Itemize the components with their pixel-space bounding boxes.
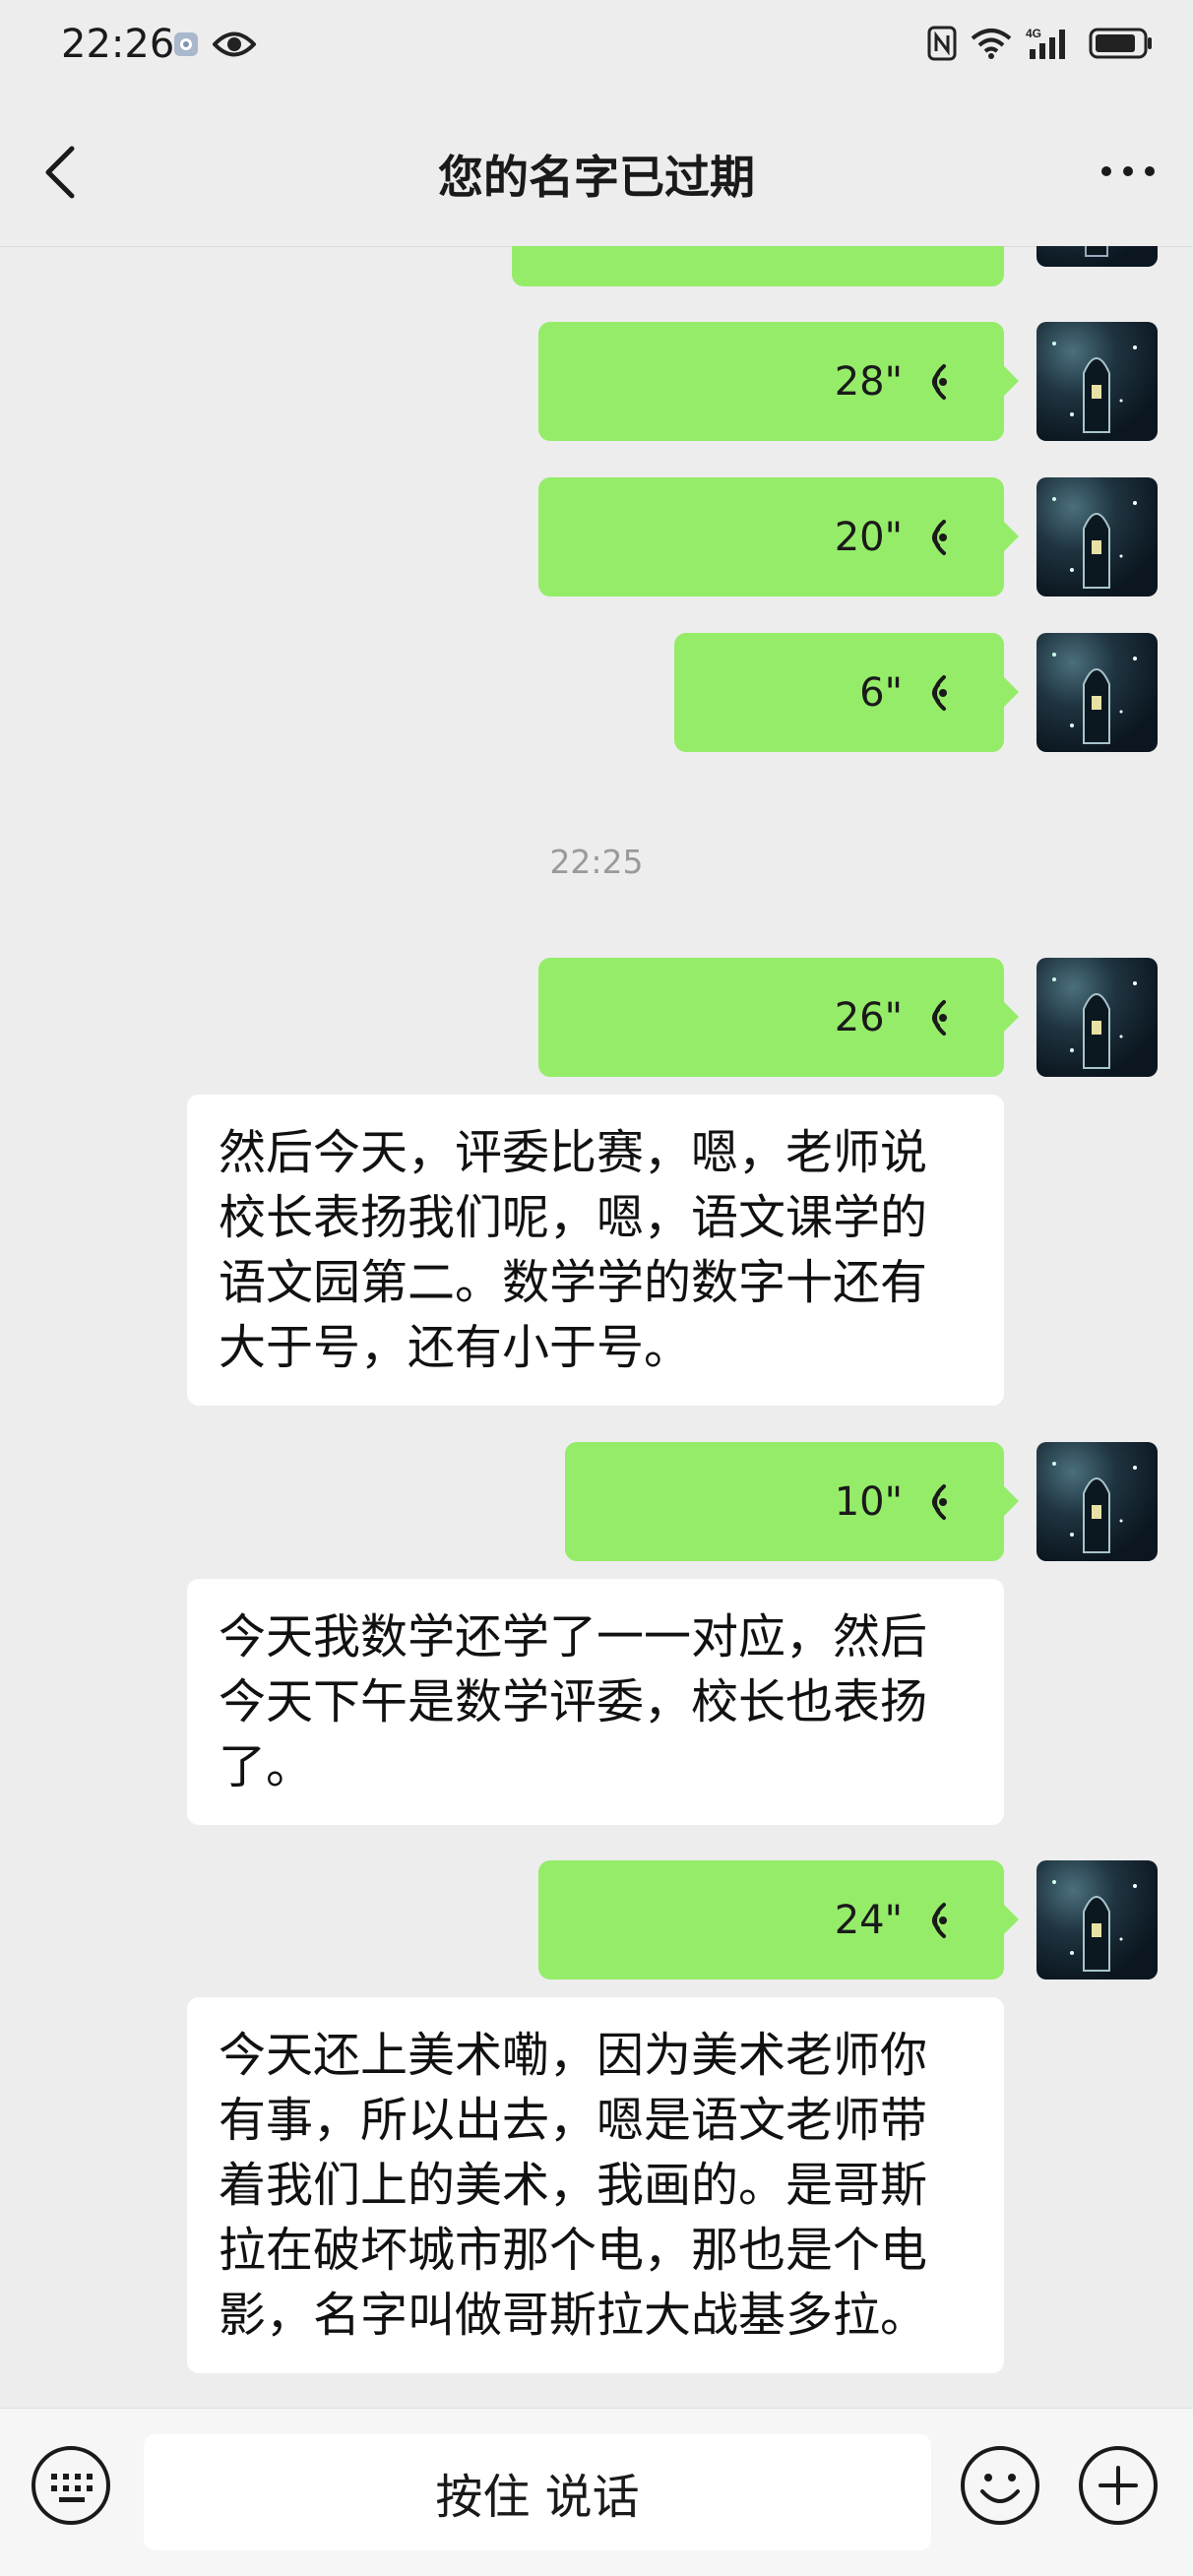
avatar[interactable]	[1036, 958, 1158, 1077]
voice-duration: 20"	[834, 514, 903, 560]
transcription-bubble[interactable]: 今天还上美术嘞，因为美术老师你有事，所以出去，嗯是语文老师带着我们上的美术，我画…	[187, 1997, 1004, 2373]
voice-wave-icon	[932, 1483, 947, 1520]
transcription-bubble[interactable]: 今天我数学还学了一一对应，然后今天下午是数学评委，校长也表扬了。	[187, 1579, 1004, 1825]
avatar[interactable]	[1036, 633, 1158, 752]
avatar[interactable]	[1036, 1442, 1158, 1561]
more-button[interactable]	[1089, 142, 1167, 201]
chevron-left-icon	[45, 146, 75, 199]
plus-icon	[1079, 2446, 1158, 2525]
voice-wave-icon	[932, 999, 947, 1036]
battery-icon	[1089, 27, 1154, 64]
message-timestamp: 22:25	[549, 843, 644, 881]
app-notification-icon	[173, 31, 199, 61]
avatar[interactable]	[1036, 322, 1158, 441]
hold-to-talk-button[interactable]: 按住 说话	[144, 2434, 931, 2550]
voice-duration: 28"	[834, 358, 903, 405]
keyboard-icon	[31, 2446, 110, 2525]
status-bar: 22:26 4G	[0, 0, 1193, 98]
voice-message-bubble[interactable]: 28"	[538, 322, 1019, 441]
nav-bar: 您的名字已过期	[0, 98, 1193, 247]
status-time: 22:26	[61, 22, 175, 67]
emoji-button[interactable]	[959, 2444, 1041, 2527]
keyboard-toggle-button[interactable]	[30, 2444, 112, 2527]
svg-text:4G: 4G	[1026, 27, 1041, 40]
chat-title: 您的名字已过期	[438, 151, 755, 204]
voice-wave-icon	[932, 674, 947, 711]
transcription-bubble[interactable]: 然后今天，评委比赛，嗯，老师说校长表扬我们呢，嗯，语文课学的语文园第二。数学学的…	[187, 1095, 1004, 1406]
more-functions-button[interactable]	[1077, 2444, 1160, 2527]
voice-wave-icon	[932, 363, 947, 400]
input-bar: 按住 说话	[0, 2408, 1193, 2576]
voice-duration: 10"	[834, 1478, 903, 1525]
voice-message-bubble[interactable]: 10"	[565, 1442, 1019, 1561]
signal-4g-icon: 4G	[1026, 26, 1075, 65]
wifi-icon	[971, 27, 1012, 64]
voice-message-bubble[interactable]	[512, 246, 1004, 286]
chat-area[interactable]: 28" 20" 6" 22:25 26" 然后今天，评委比赛，嗯，老师说校长表扬…	[0, 246, 1193, 2408]
voice-duration: 6"	[859, 669, 903, 716]
avatar[interactable]	[1036, 477, 1158, 597]
more-dots-icon	[1101, 166, 1155, 176]
emoji-icon	[961, 2446, 1039, 2525]
voice-message-bubble[interactable]: 26"	[538, 958, 1019, 1077]
back-button[interactable]	[30, 138, 89, 207]
voice-message-bubble[interactable]: 6"	[674, 633, 1019, 752]
voice-wave-icon	[932, 519, 947, 555]
voice-message-bubble[interactable]: 24"	[538, 1860, 1019, 1979]
voice-duration: 26"	[834, 994, 903, 1040]
voice-duration: 24"	[834, 1897, 903, 1943]
avatar[interactable]	[1036, 1860, 1158, 1979]
eye-icon	[212, 30, 257, 63]
avatar[interactable]	[1036, 246, 1158, 267]
voice-wave-icon	[932, 1902, 947, 1938]
voice-message-bubble[interactable]: 20"	[538, 477, 1019, 597]
nfc-icon	[927, 26, 957, 65]
